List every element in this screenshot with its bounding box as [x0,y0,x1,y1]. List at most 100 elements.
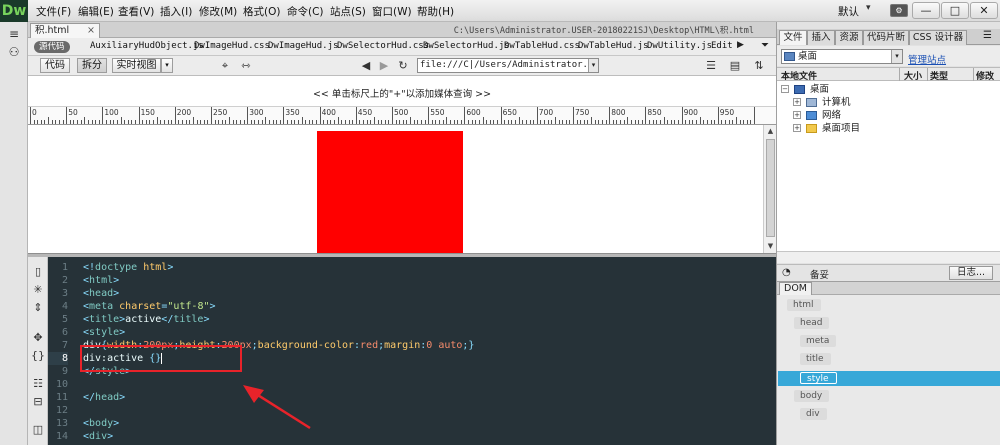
ruler-tick [149,120,151,124]
split-view-button[interactable]: 拆分 [77,58,107,73]
files-scrollbar[interactable] [777,251,1000,263]
forward-arrow-icon[interactable]: ▶ [376,58,392,73]
related-file[interactable]: DwUtility.js [647,41,712,51]
tab-snippets[interactable]: 代码片断 [863,30,909,45]
tree-expander[interactable]: + [793,111,801,119]
close-tab-icon[interactable]: × [87,24,95,37]
code-view-button[interactable]: 代码 [40,58,70,73]
ruler-tick [699,117,701,124]
minimize-button[interactable]: — [912,2,940,19]
select-parent-tag-icon[interactable]: ✥ [30,331,46,345]
related-file[interactable]: AuxiliaryHudObject.js [90,41,204,51]
design-scrollbar[interactable]: ▲ ▼ [763,125,776,253]
menu-file[interactable]: 文件(F) [36,4,71,19]
dom-node-head[interactable]: head [794,317,830,329]
dom-node-div[interactable]: div [800,408,827,420]
tree-expander[interactable]: + [793,98,801,106]
related-file[interactable]: DwTableHud.js [578,41,648,51]
text-align-icon[interactable]: ☰ [703,58,719,73]
comment-icon[interactable]: ◫ [30,423,46,437]
dom-node-style[interactable]: style [800,372,837,384]
dom-node-title[interactable]: title [800,353,831,365]
live-view-button[interactable]: 实时视图 [112,58,161,73]
ruler-tick [598,120,600,124]
design-view[interactable] [28,125,763,253]
workspace-layout-selector[interactable]: 默认 [838,4,859,19]
dom-node-body[interactable]: body [794,390,830,402]
line-numbers-icon[interactable]: ☷ [30,377,46,391]
tab-dom[interactable]: DOM [779,282,812,295]
tree-item-network[interactable]: + 网络 [793,109,983,122]
ruler-tick [663,117,665,124]
menu-window[interactable]: 窗口(W) [372,4,412,19]
balance-braces-icon[interactable]: {} [30,349,46,363]
menu-help[interactable]: 帮助(H) [417,4,454,19]
live-view-dropdown[interactable]: ▾ [161,58,173,73]
tab-insert[interactable]: 插入 [807,30,835,45]
close-button[interactable]: ✕ [970,2,998,19]
inspect-icon[interactable]: ⌖ [217,58,233,73]
menu-modify[interactable]: 修改(M) [199,4,237,19]
refresh-icon[interactable]: ↻ [395,58,411,73]
related-file[interactable]: Edit [711,41,733,51]
scroll-up-icon[interactable]: ▲ [765,126,776,137]
media-query-hint[interactable]: << 单击标尺上的"+"以添加媒体查询 >> [28,86,776,100]
menu-commands[interactable]: 命令(C) [287,4,324,19]
insert-object-icon[interactable]: ⚇ [5,44,23,60]
tab-css-designer[interactable]: CSS 设计器 [909,30,967,45]
menu-view[interactable]: 查看(V) [118,4,154,19]
tree-item-computer[interactable]: + 计算机 [793,96,983,109]
manage-sites-link[interactable]: 管理站点 [908,52,946,66]
related-file[interactable]: DwTableHud.css [504,41,580,51]
menu-format[interactable]: 格式(O) [243,4,280,19]
log-button[interactable]: 日志... [949,266,993,280]
ruler-tick [221,120,223,124]
panel-collapse-icon[interactable]: ≡ [5,26,23,42]
back-arrow-icon[interactable]: ◀ [358,58,374,73]
highlight-invalid-icon[interactable]: ⊟ [30,395,46,409]
menu-site[interactable]: 站点(S) [330,4,366,19]
scroll-down-icon[interactable]: ▼ [765,241,776,252]
sync-settings-icon[interactable]: ⚙ [890,4,908,17]
document-tab[interactable]: 积.html × [30,23,100,38]
address-dropdown-icon[interactable]: ▾ [588,59,598,72]
expand-all-icon[interactable]: ⇕ [30,301,46,315]
scrollbar-thumb[interactable] [766,139,775,237]
filter-icon[interactable]: ⏷ [761,40,769,51]
code-navigator-icon[interactable]: ▤ [727,58,743,73]
chevron-down-icon[interactable]: ▾ [866,3,871,13]
collapse-tag-icon[interactable]: ✳ [30,283,46,297]
sort-icon[interactable]: ⇅ [751,58,767,73]
tab-files[interactable]: 文件 [779,30,807,45]
open-documents-icon[interactable]: ▯ [30,265,46,279]
maximize-button[interactable]: □ [941,2,969,19]
tree-item-desktop-items[interactable]: + 桌面项目 [793,122,983,135]
ruler-tick [750,120,752,124]
related-file[interactable]: DwImageHud.js [268,41,338,51]
tab-assets[interactable]: 资源 [835,30,863,45]
tree-expander[interactable]: − [781,85,789,93]
chevron-right-icon[interactable]: ▶ [737,40,744,50]
source-code-chip[interactable]: 源代码 [34,41,70,53]
preview-icon[interactable]: ⇿ [238,58,254,73]
ruler-tick [413,120,415,124]
related-file[interactable]: DwSelectorHud.css [337,41,429,51]
ruler-tick [453,120,455,124]
site-select[interactable]: 桌面 ▾ [781,49,903,64]
panel-menu-icon[interactable]: ☰ [983,30,992,41]
ruler-tick [688,120,690,124]
dom-node-html[interactable]: html [787,299,821,311]
chevron-down-icon[interactable]: ▾ [891,50,902,63]
related-file[interactable]: DwSelectorHud.js [423,41,510,51]
tree-expander[interactable]: + [793,124,801,132]
address-field[interactable]: file:///C|/Users/Administrator.USER-20 [417,58,599,73]
related-file[interactable]: DwImageHud.css [194,41,270,51]
menu-insert[interactable]: 插入(I) [160,4,192,19]
column-divider [899,68,900,81]
menu-edit[interactable]: 编辑(E) [78,4,114,19]
tree-item-desktop[interactable]: − 桌面 [781,83,981,96]
code-editor[interactable]: 1 <!doctype html> 2 <html> 3 <head> 4 <meta cha… [48,257,776,445]
red-div-element[interactable] [317,131,463,253]
horizontal-ruler[interactable]: 0 50 100 150 200 250 300 350 400 450 500 550 600 650 7… [28,107,776,125]
dom-node-meta[interactable]: meta [800,335,837,347]
